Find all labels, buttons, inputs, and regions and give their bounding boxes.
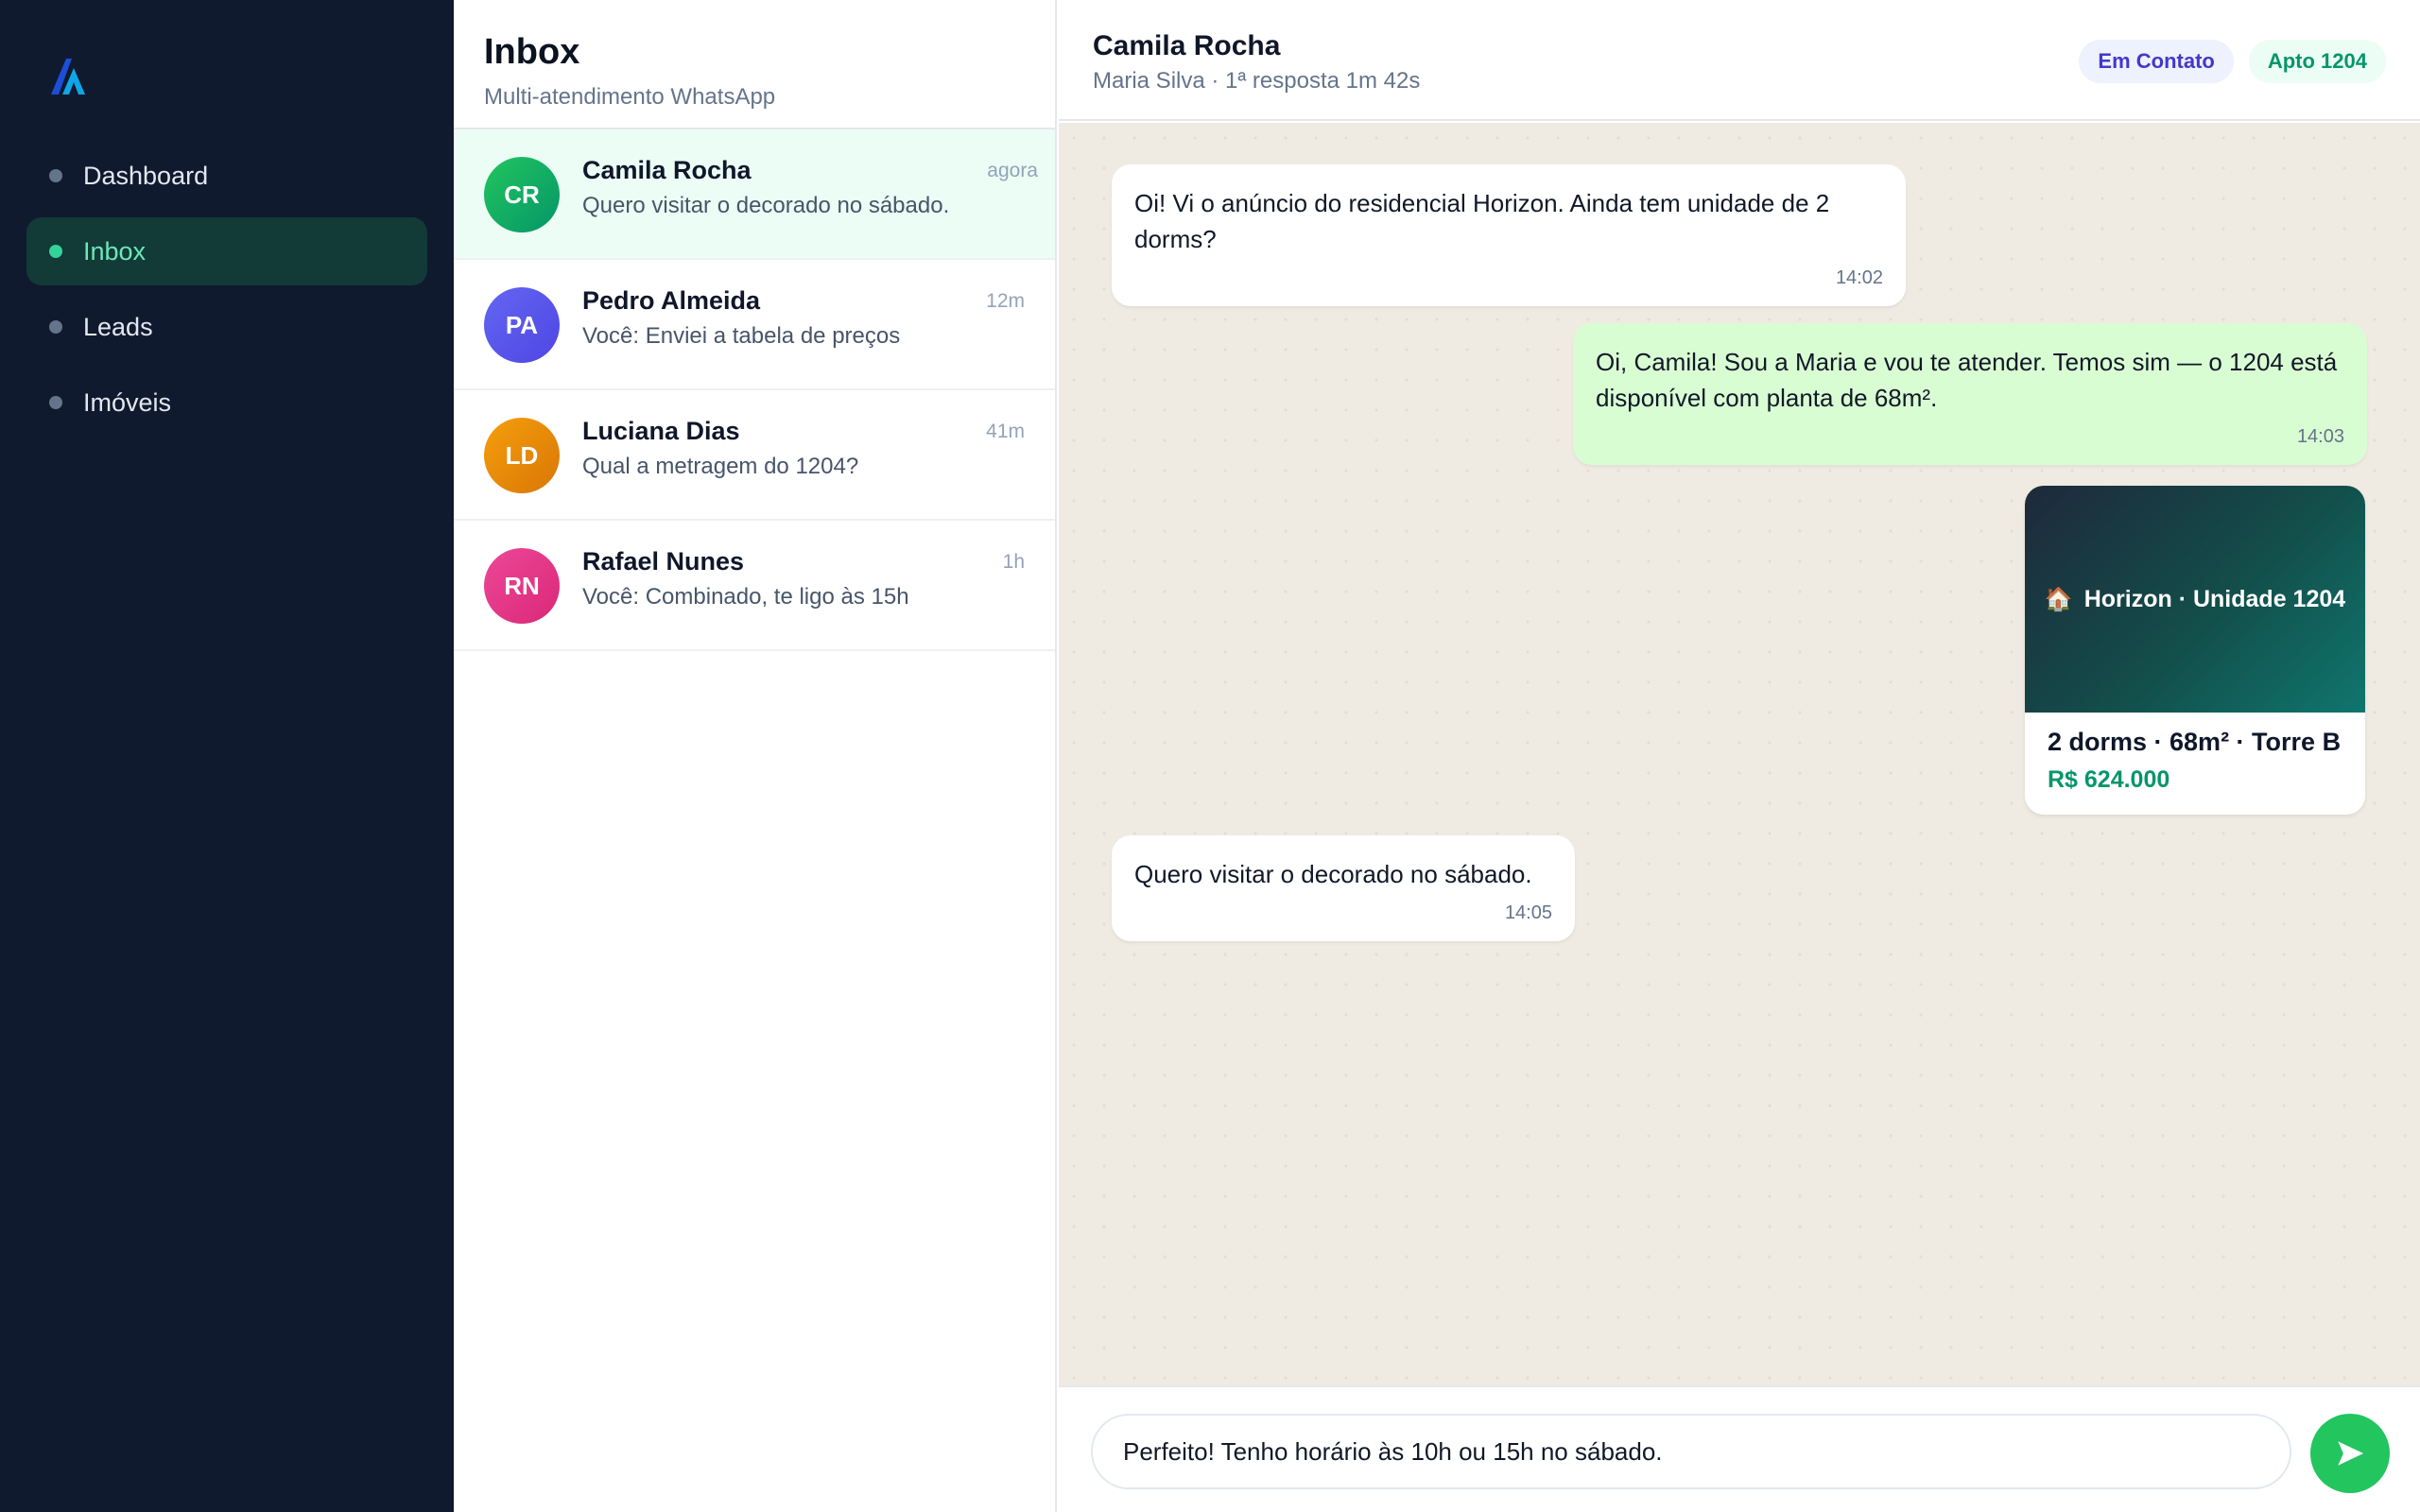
send-icon — [2338, 1441, 2364, 1466]
conversation-preview: Você: Combinado, te ligo às 15h — [582, 584, 909, 610]
brand-logo-icon[interactable] — [49, 55, 87, 96]
property-specs: 2 dorms · 68m² · Torre B — [2048, 728, 2342, 756]
message-text: Quero visitar o decorado no sábado. — [1134, 860, 1532, 888]
sidebar-item-label: Imóveis — [83, 387, 172, 417]
chat-meta: Maria Silva · 1ª resposta 1m 42s — [1093, 68, 1421, 94]
sidebar-nav: Dashboard Inbox Leads Imóveis — [26, 142, 427, 444]
property-card[interactable]: 🏠 Horizon · Unidade 1204 2 dorms · 68m² … — [2025, 486, 2365, 815]
sidebar-item-inbox[interactable]: Inbox — [26, 217, 427, 285]
sidebar-item-imoveis[interactable]: Imóveis — [26, 369, 427, 437]
unit-badge[interactable]: Apto 1204 — [2248, 40, 2386, 83]
conversation-time: 41m — [986, 421, 1025, 442]
conversation-name: Rafael Nunes — [582, 547, 745, 576]
avatar: PA — [484, 287, 560, 363]
sidebar-item-label: Leads — [83, 312, 153, 341]
conversation-time: agora — [987, 160, 1038, 181]
conversation-item-luciana-dias[interactable]: LD Luciana Dias Qual a metragem do 1204?… — [454, 390, 1055, 521]
message-outgoing: Oi, Camila! Sou a Maria e vou te atender… — [1573, 323, 2367, 465]
property-card-banner: 🏠 Horizon · Unidade 1204 — [2025, 486, 2365, 713]
conversation-name: Pedro Almeida — [582, 286, 761, 315]
conversation-time: 12m — [986, 290, 1025, 312]
chat-badges: Em Contato Apto 1204 — [2079, 40, 2386, 83]
avatar: RN — [484, 548, 560, 624]
sidebar-item-label: Inbox — [83, 236, 147, 266]
sidebar: Dashboard Inbox Leads Imóveis — [0, 0, 454, 1512]
page-title: Inbox — [484, 32, 580, 72]
conversation-preview: Qual a metragem do 1204? — [582, 454, 859, 479]
sidebar-item-leads[interactable]: Leads — [26, 293, 427, 361]
conversation-name: Camila Rocha — [582, 156, 752, 184]
message-text: Oi! Vi o anúncio do residencial Horizon.… — [1134, 189, 1830, 253]
message-time: 14:03 — [2296, 426, 2344, 447]
message-time: 14:02 — [1835, 267, 1883, 288]
conversation-time: 1h — [1002, 551, 1025, 573]
conversation-list-pane: Inbox Multi-atendimento WhatsApp CR Cami… — [454, 0, 1057, 1512]
conversation-item-rafael-nunes[interactable]: RN Rafael Nunes Você: Combinado, te ligo… — [454, 521, 1055, 651]
status-badge[interactable]: Em Contato — [2079, 40, 2234, 83]
sidebar-item-label: Dashboard — [83, 161, 209, 190]
avatar: LD — [484, 418, 560, 493]
chat-contact-name: Camila Rocha — [1093, 30, 1281, 61]
send-button[interactable] — [2310, 1414, 2390, 1493]
conversation-item-pedro-almeida[interactable]: PA Pedro Almeida Você: Enviei a tabela d… — [454, 260, 1055, 390]
bullet-icon — [49, 396, 62, 409]
chat-header: Camila Rocha Maria Silva · 1ª resposta 1… — [1059, 0, 2420, 121]
property-card-title: Horizon · Unidade 1204 — [2083, 585, 2346, 612]
bullet-icon — [49, 320, 62, 334]
conversation-preview: Quero visitar o decorado no sábado. — [582, 193, 950, 218]
message-input[interactable] — [1091, 1414, 2291, 1489]
message-incoming: Quero visitar o decorado no sábado. 14:0… — [1112, 835, 1575, 941]
message-incoming: Oi! Vi o anúncio do residencial Horizon.… — [1112, 164, 1906, 306]
message-time: 14:05 — [1504, 902, 1552, 923]
page-subtitle: Multi-atendimento WhatsApp — [484, 84, 776, 110]
bullet-icon — [49, 169, 62, 182]
message-text: Oi, Camila! Sou a Maria e vou te atender… — [1596, 348, 2338, 412]
conversation-preview: Você: Enviei a tabela de preços — [582, 323, 901, 349]
chat-pane: Camila Rocha Maria Silva · 1ª resposta 1… — [1059, 0, 2420, 1512]
property-price: R$ 624.000 — [2048, 766, 2170, 793]
inbox-header: Inbox Multi-atendimento WhatsApp — [454, 0, 1055, 129]
bullet-icon — [49, 245, 62, 258]
house-icon: 🏠 — [2044, 586, 2073, 612]
avatar: CR — [484, 157, 560, 232]
conversation-name: Luciana Dias — [582, 417, 740, 445]
message-thread[interactable]: Oi! Vi o anúncio do residencial Horizon.… — [1059, 123, 2420, 1385]
property-card-body: 2 dorms · 68m² · Torre B R$ 624.000 — [2025, 713, 2365, 794]
message-composer — [1059, 1385, 2420, 1512]
conversation-item-camila-rocha[interactable]: CR Camila Rocha Quero visitar o decorado… — [454, 129, 1055, 260]
sidebar-item-dashboard[interactable]: Dashboard — [26, 142, 427, 210]
